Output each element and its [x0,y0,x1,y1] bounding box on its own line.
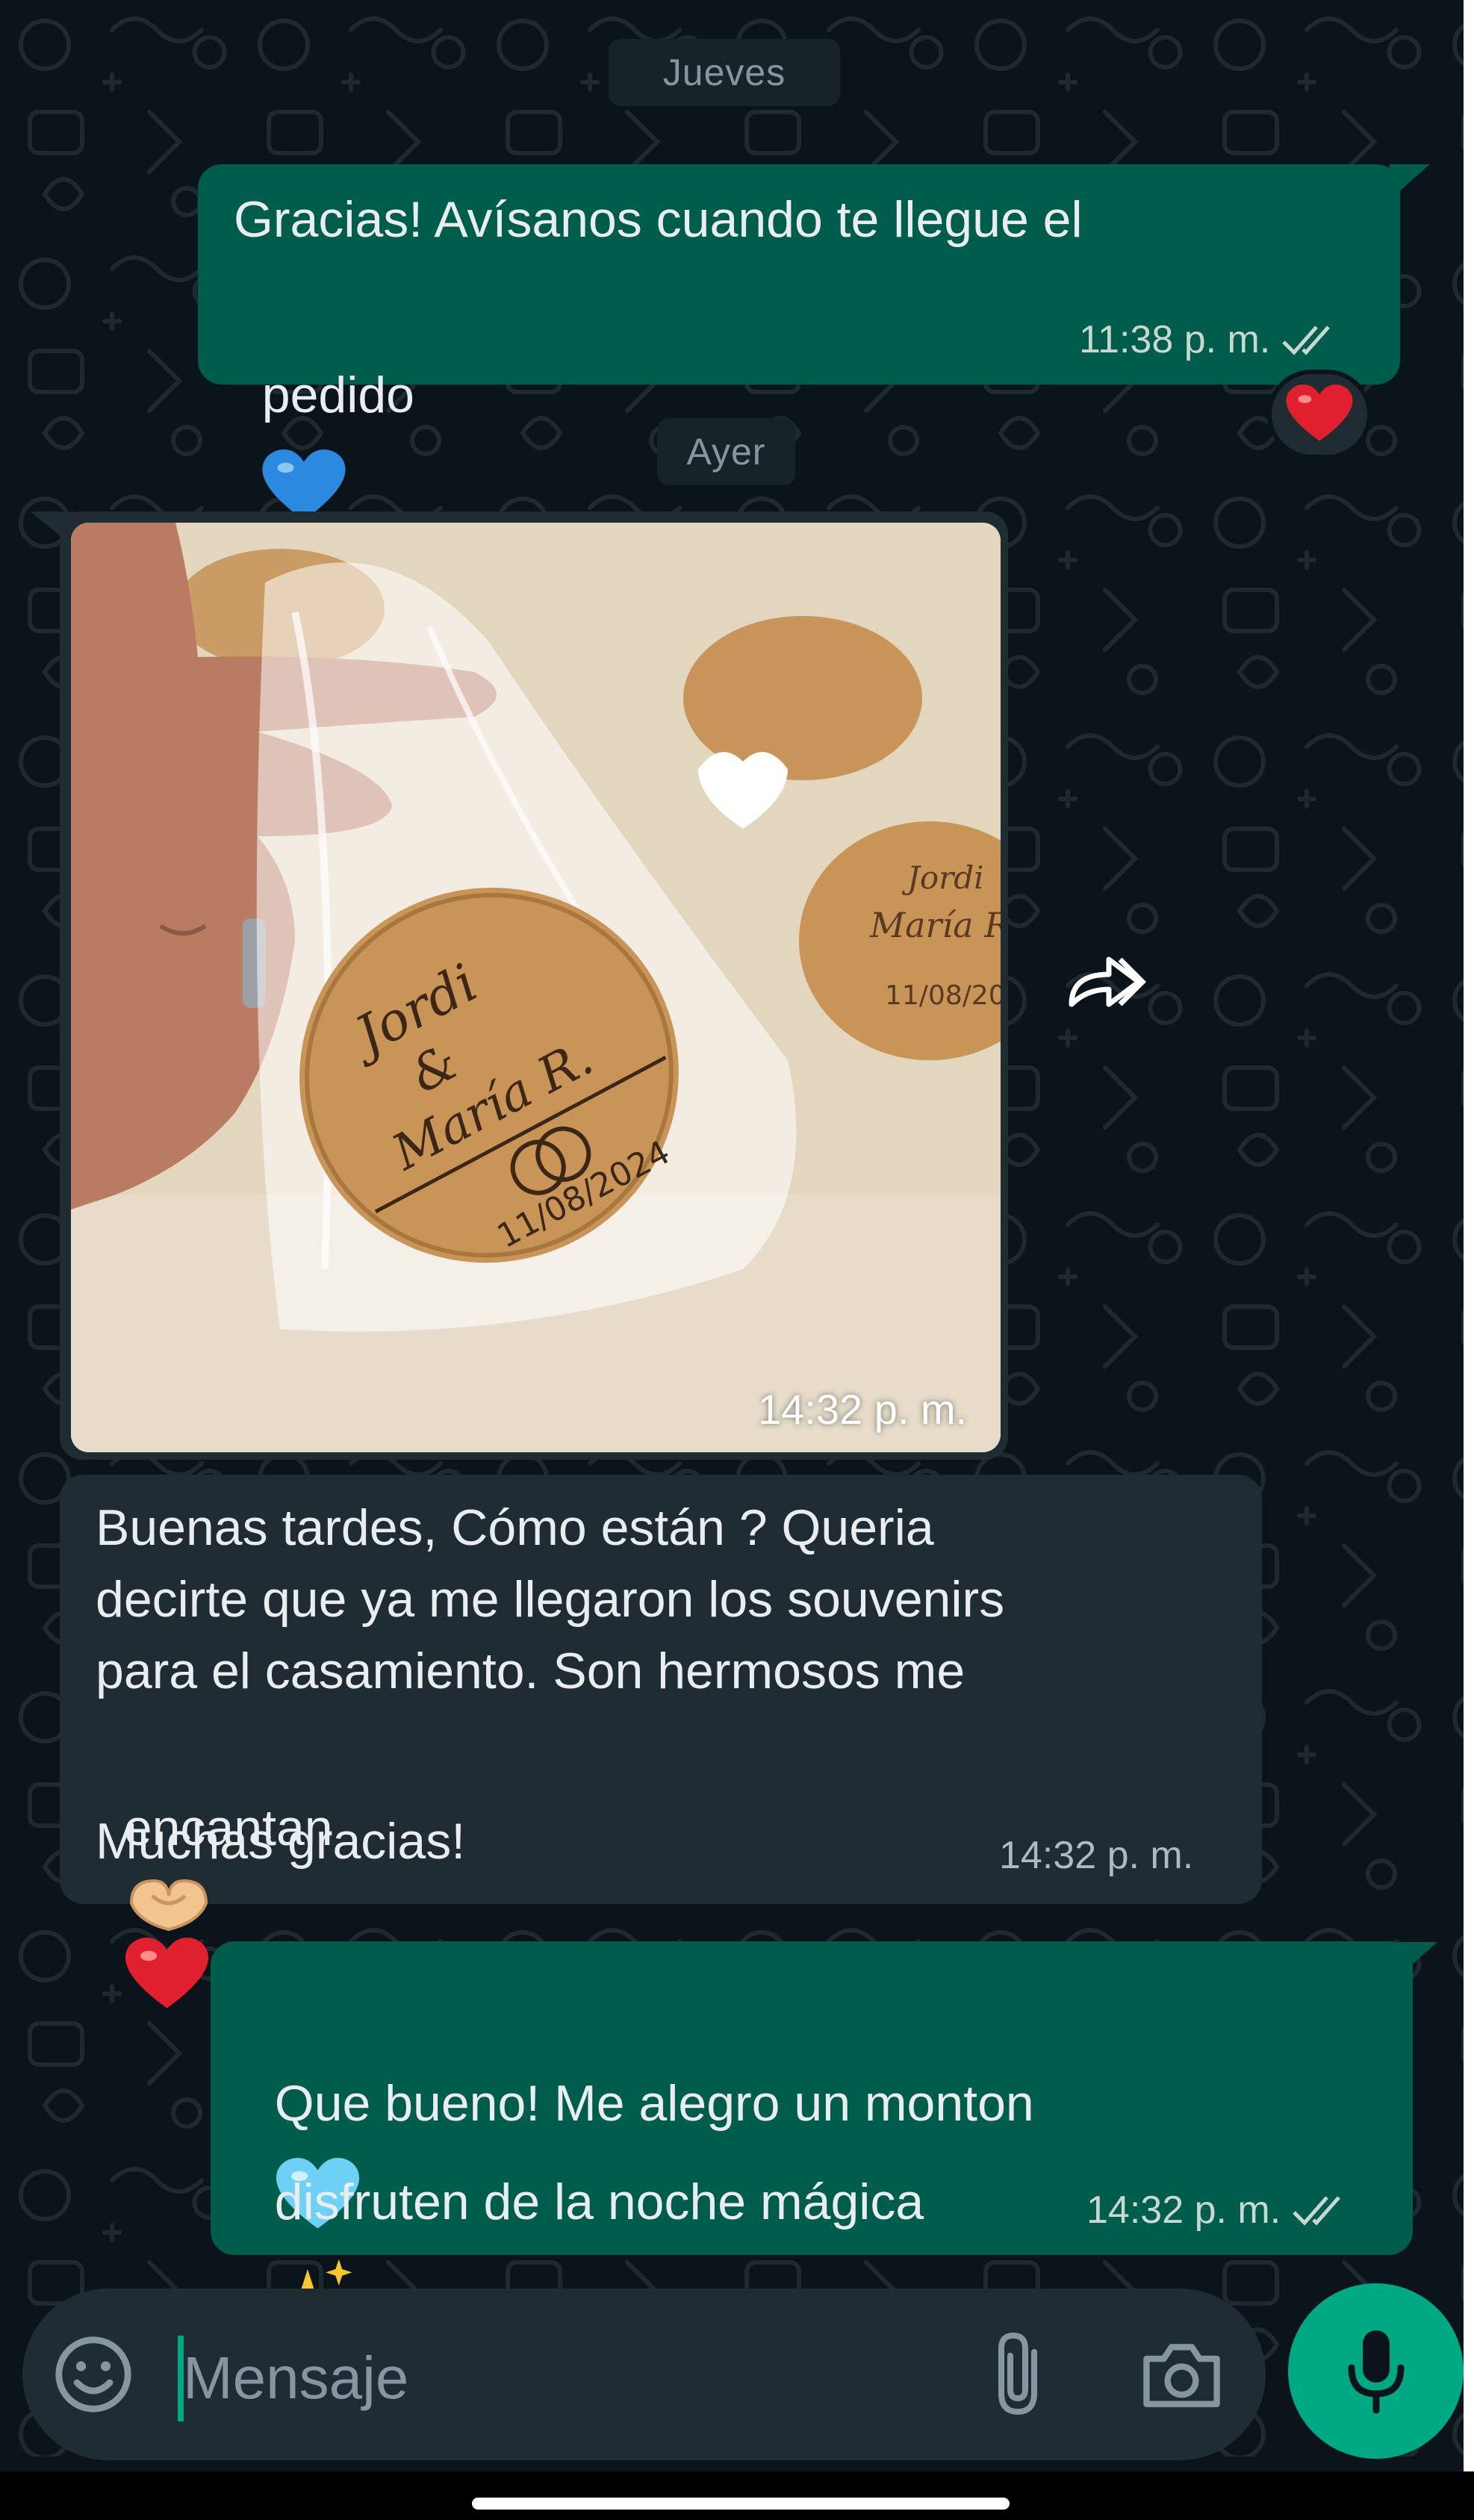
svg-text:María R.: María R. [869,905,1001,945]
message-text-line: decirte que ya me llegaron los souvenirs [96,1571,1005,1628]
paperclip-icon[interactable] [978,2330,1060,2419]
date-label: Jueves [662,52,786,93]
forward-button[interactable] [1053,933,1157,1030]
message-time: 14:32 p. m. [1086,2188,1281,2232]
double-check-icon [1282,326,1331,355]
red-heart-icon [125,1938,208,2009]
bubble-tail [1389,164,1430,194]
double-check-icon [1293,2196,1341,2226]
message-text-line: Gracias! Avísanos cuando te llegue el [234,191,1083,248]
heart-hands-icon [129,1879,208,1932]
message-text-line: para el casamiento. Son hermosos me [96,1643,965,1699]
svg-text:11/08/20: 11/08/20 [885,980,1001,1011]
date-separator-jueves: Jueves [609,39,840,106]
microphone-button[interactable] [1288,2283,1464,2459]
message-meta: 11:38 p. m. [1079,317,1340,362]
home-indicator[interactable] [472,2498,1010,2510]
microphone-icon [1348,2330,1404,2413]
message-text: pedido [261,367,414,423]
message-text-line: Buenas tardes, Cómo están ? Queria [96,1499,934,1556]
message-text-line: pedido [234,263,414,527]
message-input[interactable] [183,2330,930,2427]
message-time: 11:38 p. m. [1079,318,1271,361]
message-photo[interactable]: Jordi María R. 11/08/20 Jordi & María R.… [71,523,1001,1452]
forward-icon [1069,956,1146,1007]
camera-icon[interactable] [1139,2333,1225,2415]
message-time: 14:32 p. m. [999,1834,1194,1877]
message-time: 14:32 p. m. [758,1386,968,1433]
date-separator-ayer: Ayer [657,418,795,485]
red-heart-icon [1286,385,1353,441]
message-meta: 14:32 p. m. [999,1833,1193,1878]
emoji-icon[interactable] [52,2333,134,2415]
message-meta: 14:32 p. m. [1086,2188,1351,2233]
date-label: Ayer [686,431,766,473]
message-reaction[interactable] [1267,370,1372,459]
navigation-bar [0,2471,1474,2520]
bubble-tail [1396,1942,1437,1972]
message-text-line: Muchas gracias! [96,1813,466,1870]
svg-text:Jordi: Jordi [901,859,984,896]
screen-edge [1464,0,1474,2520]
message-text: disfruten de la noche mágica [274,2174,924,2230]
